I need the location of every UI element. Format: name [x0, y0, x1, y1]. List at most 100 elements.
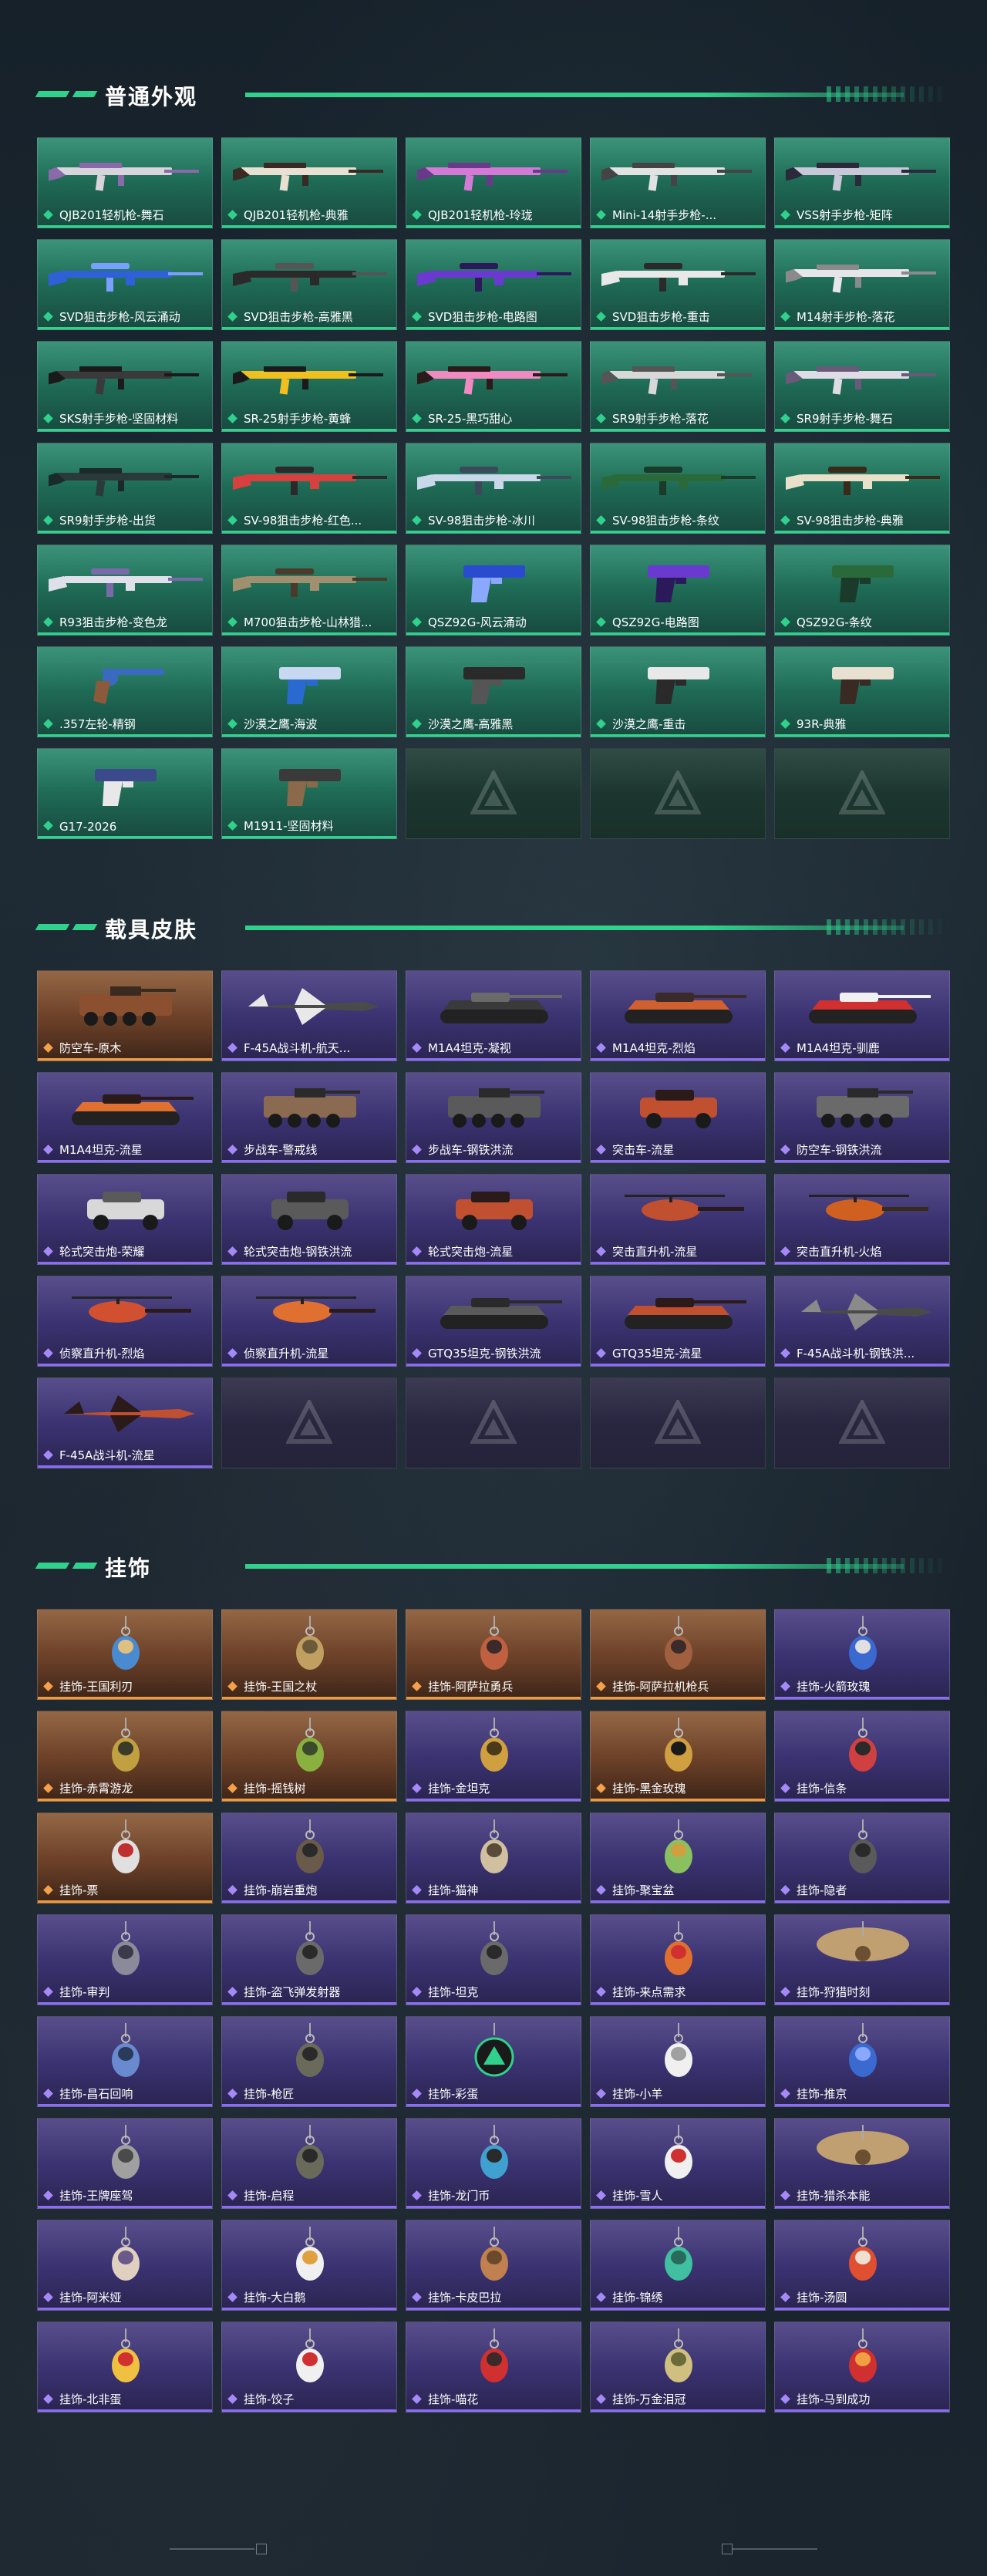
item-card[interactable]: F-45A战斗机-航天...	[221, 970, 397, 1061]
item-card[interactable]: 防空车-原木	[37, 970, 213, 1061]
item-card[interactable]: 突击直升机-流星	[590, 1174, 766, 1265]
item-card[interactable]: 沙漠之鹰-高雅黑	[406, 646, 581, 737]
item-card[interactable]: 挂饰-阿米娅	[37, 2220, 213, 2311]
item-card[interactable]: SVD狙击步枪-高雅黑	[221, 239, 397, 330]
item-card[interactable]: 挂饰-龙门币	[406, 2118, 581, 2209]
item-card[interactable]: 挂饰-小羊	[590, 2016, 766, 2107]
item-card[interactable]: M1A4坦克-烈焰	[590, 970, 766, 1061]
item-card[interactable]: 沙漠之鹰-重击	[590, 646, 766, 737]
item-card[interactable]: 挂饰-坦克	[406, 1914, 581, 2005]
item-card[interactable]: 挂饰-审判	[37, 1914, 213, 2005]
item-card[interactable]: QJB201轻机枪-典雅	[221, 137, 397, 228]
item-card[interactable]: 步战车-警戒线	[221, 1072, 397, 1163]
item-card[interactable]: 挂饰-北非蛋	[37, 2321, 213, 2412]
item-card[interactable]: 轮式突击炮-钢铁洪流	[221, 1174, 397, 1265]
item-card[interactable]: 挂饰-彩蛋	[406, 2016, 581, 2107]
rarity-diamond-icon	[597, 720, 606, 729]
item-card[interactable]: 挂饰-信条	[774, 1711, 950, 1802]
item-card[interactable]: 挂饰-雪人	[590, 2118, 766, 2209]
rarity-diamond-icon	[44, 414, 53, 423]
item-card[interactable]: SVD狙击步枪-重击	[590, 239, 766, 330]
item-card[interactable]: 轮式突击炮-流星	[406, 1174, 581, 1265]
item-card[interactable]: 挂饰-猫神	[406, 1812, 581, 1903]
item-card[interactable]: SR-25射手步枪-黄蜂	[221, 341, 397, 432]
item-card[interactable]: 挂饰-摇钱树	[221, 1711, 397, 1802]
item-card[interactable]: 挂饰-万金泪冠	[590, 2321, 766, 2412]
item-card[interactable]: GTQ35坦克-钢铁洪流	[406, 1276, 581, 1367]
item-card[interactable]: 侦察直升机-烈焰	[37, 1276, 213, 1367]
item-card[interactable]: F-45A战斗机-流星	[37, 1377, 213, 1468]
item-card[interactable]: SV-98狙击步枪-典雅	[774, 443, 950, 534]
item-card[interactable]: SKS射手步枪-坚固材料	[37, 341, 213, 432]
item-card[interactable]: 挂饰-喵花	[406, 2321, 581, 2412]
item-card[interactable]: Mini-14射手步枪-...	[590, 137, 766, 228]
item-card[interactable]: QJB201轻机枪-玲珑	[406, 137, 581, 228]
item-grid: 防空车-原木 F-45A战斗机-航天... M1A4坦克-凝视 M1A4坦克-烈焰 M1…	[37, 970, 950, 1468]
item-card[interactable]: 挂饰-卡皮巴拉	[406, 2220, 581, 2311]
item-card[interactable]: 挂饰-阿萨拉勇兵	[406, 1609, 581, 1700]
item-card[interactable]: QJB201轻机枪-舞石	[37, 137, 213, 228]
item-card[interactable]: 步战车-钢铁洪流	[406, 1072, 581, 1163]
item-card[interactable]: M700狙击步枪-山林猎...	[221, 545, 397, 636]
item-card[interactable]: SR9射手步枪-舞石	[774, 341, 950, 432]
item-card[interactable]: QSZ92G-风云涌动	[406, 545, 581, 636]
item-card[interactable]: 挂饰-票	[37, 1812, 213, 1903]
item-card[interactable]: 挂饰-来点需求	[590, 1914, 766, 2005]
item-card[interactable]: 挂饰-大白鹅	[221, 2220, 397, 2311]
item-card[interactable]: G17-2026	[37, 748, 213, 839]
rarity-bar	[775, 429, 949, 431]
item-card[interactable]: SR9射手步枪-落花	[590, 341, 766, 432]
item-card[interactable]: 挂饰-盗飞弹发射器	[221, 1914, 397, 2005]
item-card[interactable]: 侦察直升机-流星	[221, 1276, 397, 1367]
item-card[interactable]: 挂饰-阿萨拉机枪兵	[590, 1609, 766, 1700]
item-card[interactable]: 突击车-流星	[590, 1072, 766, 1163]
item-card[interactable]: 挂饰-锦绣	[590, 2220, 766, 2311]
item-card[interactable]: 挂饰-金坦克	[406, 1711, 581, 1802]
item-label: 防空车-钢铁洪流	[797, 1143, 882, 1157]
item-card[interactable]: SR-25-黑巧甜心	[406, 341, 581, 432]
item-card[interactable]: R93狙击步枪-变色龙	[37, 545, 213, 636]
item-card[interactable]: 轮式突击炮-荣耀	[37, 1174, 213, 1265]
item-card[interactable]: 挂饰-王国之杖	[221, 1609, 397, 1700]
item-card[interactable]: 挂饰-火箭玫瑰	[774, 1609, 950, 1700]
item-card[interactable]: 93R-典雅	[774, 646, 950, 737]
item-card[interactable]: M1911-坚固材料	[221, 748, 397, 839]
item-card[interactable]: 挂饰-马到成功	[774, 2321, 950, 2412]
item-card[interactable]: 挂饰-王牌座驾	[37, 2118, 213, 2209]
item-card[interactable]: VSS射手步枪-矩阵	[774, 137, 950, 228]
item-card[interactable]: M14射手步枪-落花	[774, 239, 950, 330]
item-card[interactable]: GTQ35坦克-流星	[590, 1276, 766, 1367]
item-card[interactable]: SVD狙击步枪-电路图	[406, 239, 581, 330]
item-card[interactable]: 挂饰-猎杀本能	[774, 2118, 950, 2209]
item-label: SKS射手步枪-坚固材料	[59, 412, 179, 426]
item-card[interactable]: 挂饰-聚宝盆	[590, 1812, 766, 1903]
item-card[interactable]: 挂饰-崩岩重炮	[221, 1812, 397, 1903]
item-card[interactable]: 挂饰-昌石回响	[37, 2016, 213, 2107]
item-card[interactable]: QSZ92G-电路图	[590, 545, 766, 636]
rarity-bar	[775, 531, 949, 533]
item-card[interactable]: 挂饰-王国利刃	[37, 1609, 213, 1700]
item-card[interactable]: 挂饰-汤圆	[774, 2220, 950, 2311]
item-card[interactable]: 突击直升机-火焰	[774, 1174, 950, 1265]
item-card[interactable]: 挂饰-赤霄游龙	[37, 1711, 213, 1802]
item-card[interactable]: M1A4坦克-凝视	[406, 970, 581, 1061]
item-card[interactable]: M1A4坦克-流星	[37, 1072, 213, 1163]
item-card[interactable]: SV-98狙击步枪-条纹	[590, 443, 766, 534]
item-card[interactable]: 挂饰-饺子	[221, 2321, 397, 2412]
item-card[interactable]: SV-98狙击步枪-红色...	[221, 443, 397, 534]
item-card[interactable]: F-45A战斗机-钢铁洪...	[774, 1276, 950, 1367]
item-card[interactable]: 挂饰-黑金玫瑰	[590, 1711, 766, 1802]
item-card[interactable]: 挂饰-隐者	[774, 1812, 950, 1903]
item-card[interactable]: SR9射手步枪-出货	[37, 443, 213, 534]
item-card[interactable]: QSZ92G-条纹	[774, 545, 950, 636]
item-card[interactable]: SV-98狙击步枪-冰川	[406, 443, 581, 534]
item-card[interactable]: 挂饰-启程	[221, 2118, 397, 2209]
item-card[interactable]: 沙漠之鹰-海波	[221, 646, 397, 737]
item-card[interactable]: 防空车-钢铁洪流	[774, 1072, 950, 1163]
item-card[interactable]: 挂饰-枪匠	[221, 2016, 397, 2107]
item-card[interactable]: 挂饰-推京	[774, 2016, 950, 2107]
item-card[interactable]: 挂饰-狩猎时刻	[774, 1914, 950, 2005]
item-card[interactable]: M1A4坦克-驯鹿	[774, 970, 950, 1061]
item-card[interactable]: SVD狙击步枪-风云涌动	[37, 239, 213, 330]
item-card[interactable]: .357左轮-精钢	[37, 646, 213, 737]
